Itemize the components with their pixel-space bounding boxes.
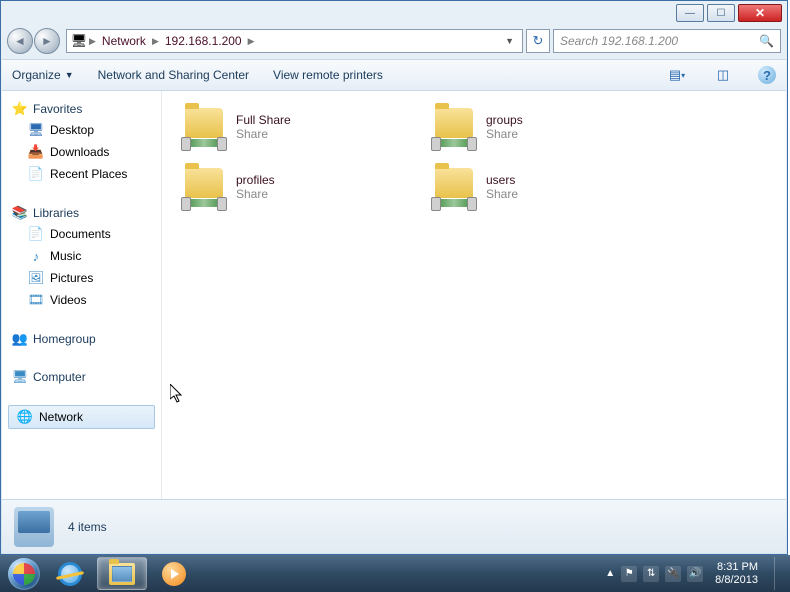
share-item[interactable]: usersShare xyxy=(430,161,660,213)
breadcrumb-sep-icon: ▶ xyxy=(246,36,257,47)
preview-pane-button[interactable]: ◫ xyxy=(712,64,734,86)
tray-clock[interactable]: 8:31 PM 8/8/2013 xyxy=(709,561,764,587)
star-icon: ⭐ xyxy=(12,101,28,117)
share-folder-icon xyxy=(430,105,478,149)
tray-volume-icon[interactable]: 🔊 xyxy=(687,566,703,582)
media-player-icon xyxy=(162,562,186,586)
show-desktop-button[interactable] xyxy=(774,557,784,590)
back-button[interactable]: ◄ xyxy=(7,28,33,54)
computer-icon: 🖥 xyxy=(12,369,28,385)
nav-desktop[interactable]: 🖥Desktop xyxy=(6,119,157,141)
organize-label: Organize xyxy=(12,68,61,82)
recent-icon: 📄 xyxy=(28,166,44,182)
nav-recent-places[interactable]: 📄Recent Places xyxy=(6,163,157,185)
ie-icon xyxy=(58,562,82,586)
breadcrumb-host[interactable]: 192.168.1.200 xyxy=(161,34,246,48)
address-row: ◄ ► 🖥 ▶ Network ▶ 192.168.1.200 ▶ ▼ ↻ Se… xyxy=(7,27,781,55)
forward-button[interactable]: ► xyxy=(34,28,60,54)
favorites-header[interactable]: ⭐Favorites xyxy=(6,99,157,119)
breadcrumb-sep-icon: ▶ xyxy=(150,36,161,47)
tray-network-icon[interactable]: ⇅ xyxy=(643,566,659,582)
share-name: profiles xyxy=(236,173,275,187)
homegroup-group: 👥Homegroup xyxy=(6,329,157,349)
organize-menu[interactable]: Organize ▼ xyxy=(12,68,74,82)
help-button[interactable]: ? xyxy=(758,66,776,84)
breadcrumb-sep-icon: ▶ xyxy=(87,36,98,47)
taskbar-wmp-button[interactable] xyxy=(149,557,199,590)
search-icon: 🔍 xyxy=(759,34,774,48)
refresh-button[interactable]: ↻ xyxy=(526,29,550,53)
network-icon: 🖥 xyxy=(71,33,87,49)
share-type: Share xyxy=(236,187,275,201)
window-controls: — ☐ ✕ xyxy=(676,4,782,22)
share-item[interactable]: profilesShare xyxy=(180,161,410,213)
computer-group: 🖥Computer xyxy=(6,367,157,387)
tray-power-icon[interactable]: 🔌 xyxy=(665,566,681,582)
share-item[interactable]: Full ShareShare xyxy=(180,101,410,153)
search-input[interactable]: Search 192.168.1.200 🔍 xyxy=(553,29,781,53)
tray-date: 8/8/2013 xyxy=(715,574,758,587)
libraries-icon: 📚 xyxy=(12,205,28,221)
documents-icon: 📄 xyxy=(28,226,44,242)
start-button[interactable] xyxy=(4,555,44,592)
details-pane: 4 items xyxy=(2,499,786,553)
taskbar: ▲ ⚑ ⇅ 🔌 🔊 8:31 PM 8/8/2013 xyxy=(0,555,790,592)
explorer-icon xyxy=(109,563,135,585)
desktop-icon: 🖥 xyxy=(28,122,44,138)
favorites-group: ⭐Favorites 🖥Desktop 📥Downloads 📄Recent P… xyxy=(6,99,157,185)
nav-network[interactable]: 🌐Network xyxy=(8,405,155,429)
network-sharing-center-button[interactable]: Network and Sharing Center xyxy=(98,68,249,82)
address-bar[interactable]: 🖥 ▶ Network ▶ 192.168.1.200 ▶ ▼ xyxy=(66,29,523,53)
videos-icon: 🎞 xyxy=(28,292,44,308)
network-group: 🌐Network xyxy=(6,405,157,429)
downloads-icon: 📥 xyxy=(28,144,44,160)
nav-videos[interactable]: 🎞Videos xyxy=(6,289,157,311)
share-type: Share xyxy=(236,127,291,141)
share-item[interactable]: groupsShare xyxy=(430,101,660,153)
view-options-button[interactable]: ▤▾ xyxy=(666,64,688,86)
nav-downloads[interactable]: 📥Downloads xyxy=(6,141,157,163)
tray-chevron-icon[interactable]: ▲ xyxy=(605,568,615,579)
command-bar: Organize ▼ Network and Sharing Center Vi… xyxy=(2,59,786,91)
homegroup-icon: 👥 xyxy=(12,331,28,347)
share-type: Share xyxy=(486,127,523,141)
navigation-pane: ⭐Favorites 🖥Desktop 📥Downloads 📄Recent P… xyxy=(2,91,162,499)
nav-buttons: ◄ ► xyxy=(7,28,60,54)
taskbar-explorer-button[interactable] xyxy=(97,557,147,590)
nav-music[interactable]: ♪Music xyxy=(6,245,157,267)
libraries-group: 📚Libraries 📄Documents ♪Music 🖼Pictures 🎞… xyxy=(6,203,157,311)
minimize-button[interactable]: — xyxy=(676,4,704,22)
music-icon: ♪ xyxy=(28,248,44,264)
share-type: Share xyxy=(486,187,518,201)
tray-action-center-icon[interactable]: ⚑ xyxy=(621,566,637,582)
system-tray: ▲ ⚑ ⇅ 🔌 🔊 8:31 PM 8/8/2013 xyxy=(605,557,786,590)
share-folder-icon xyxy=(180,105,228,149)
network-icon: 🌐 xyxy=(17,409,33,425)
address-dropdown-icon[interactable]: ▼ xyxy=(501,36,518,46)
libraries-header[interactable]: 📚Libraries xyxy=(6,203,157,223)
item-count: 4 items xyxy=(68,520,107,534)
share-name: Full Share xyxy=(236,113,291,127)
pictures-icon: 🖼 xyxy=(28,270,44,286)
share-name: users xyxy=(486,173,518,187)
content-area: ⭐Favorites 🖥Desktop 📥Downloads 📄Recent P… xyxy=(2,91,786,499)
nav-pictures[interactable]: 🖼Pictures xyxy=(6,267,157,289)
location-icon xyxy=(14,507,54,547)
maximize-button[interactable]: ☐ xyxy=(707,4,735,22)
taskbar-ie-button[interactable] xyxy=(45,557,95,590)
chevron-down-icon: ▼ xyxy=(65,70,74,80)
tray-time: 8:31 PM xyxy=(715,561,758,574)
nav-documents[interactable]: 📄Documents xyxy=(6,223,157,245)
search-placeholder: Search 192.168.1.200 xyxy=(560,34,678,48)
share-folder-icon xyxy=(180,165,228,209)
close-button[interactable]: ✕ xyxy=(738,4,782,22)
nav-homegroup[interactable]: 👥Homegroup xyxy=(6,329,157,349)
share-name: groups xyxy=(486,113,523,127)
explorer-window: — ☐ ✕ ◄ ► 🖥 ▶ Network ▶ 192.168.1.200 ▶ … xyxy=(0,0,788,555)
share-folder-icon xyxy=(430,165,478,209)
nav-computer[interactable]: 🖥Computer xyxy=(6,367,157,387)
breadcrumb-root[interactable]: Network xyxy=(98,34,150,48)
items-view[interactable]: Full ShareShare groupsShare profilesShar… xyxy=(162,91,786,499)
view-remote-printers-button[interactable]: View remote printers xyxy=(273,68,383,82)
